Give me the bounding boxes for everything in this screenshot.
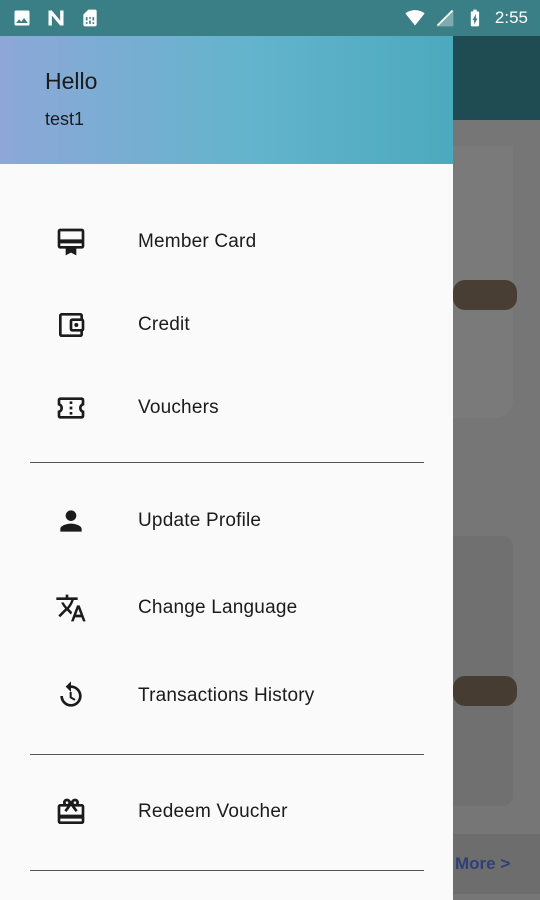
background-image	[453, 676, 517, 706]
sim-card-icon	[80, 8, 100, 28]
navigation-drawer: Hello test1 Member Card Credit Vouchers	[0, 36, 453, 900]
menu-item-vouchers[interactable]: Vouchers	[0, 378, 453, 438]
battery-charging-icon	[465, 8, 485, 28]
signal-icon	[435, 8, 455, 28]
redeem-icon	[54, 795, 88, 829]
status-bar: 2:55	[0, 0, 540, 36]
menu-item-label: Transactions History	[138, 685, 315, 706]
drawer-header: Hello test1	[0, 36, 453, 164]
status-time: 2:55	[494, 8, 528, 27]
menu-item-change-language[interactable]: Change Language	[0, 578, 453, 638]
menu-item-label: Redeem Voucher	[138, 801, 288, 822]
more-link: More >	[453, 834, 540, 894]
menu-item-label: Credit	[138, 314, 190, 335]
menu-item-transactions-history[interactable]: Transactions History	[0, 666, 453, 726]
greeting-text: Hello	[45, 68, 98, 94]
wifi-icon	[405, 8, 425, 28]
menu-divider	[30, 754, 424, 755]
menu-divider	[30, 870, 424, 871]
wallet-icon	[54, 308, 88, 342]
background-app-scrim[interactable]: More >	[453, 36, 540, 900]
menu-item-label: Update Profile	[138, 510, 262, 531]
menu-divider	[30, 462, 424, 463]
background-image	[453, 280, 517, 310]
background-app-bar	[453, 36, 540, 120]
username-text: test1	[45, 109, 85, 129]
more-link-label: More >	[455, 854, 511, 873]
menu-item-label: Vouchers	[138, 397, 219, 418]
history-icon	[54, 679, 88, 713]
translate-icon	[54, 591, 88, 625]
menu-item-update-profile[interactable]: Update Profile	[0, 491, 453, 551]
menu-item-label: Change Language	[138, 597, 298, 618]
n-notification-icon	[46, 8, 66, 28]
menu-item-label: Member Card	[138, 231, 257, 252]
ticket-icon	[54, 391, 88, 425]
person-icon	[54, 504, 88, 538]
menu-item-credit[interactable]: Credit	[0, 295, 453, 355]
member-card-icon	[54, 225, 88, 259]
background-card	[453, 536, 513, 806]
image-icon	[12, 8, 32, 28]
menu-item-member-card[interactable]: Member Card	[0, 212, 453, 272]
menu-item-redeem-voucher[interactable]: Redeem Voucher	[0, 782, 453, 842]
